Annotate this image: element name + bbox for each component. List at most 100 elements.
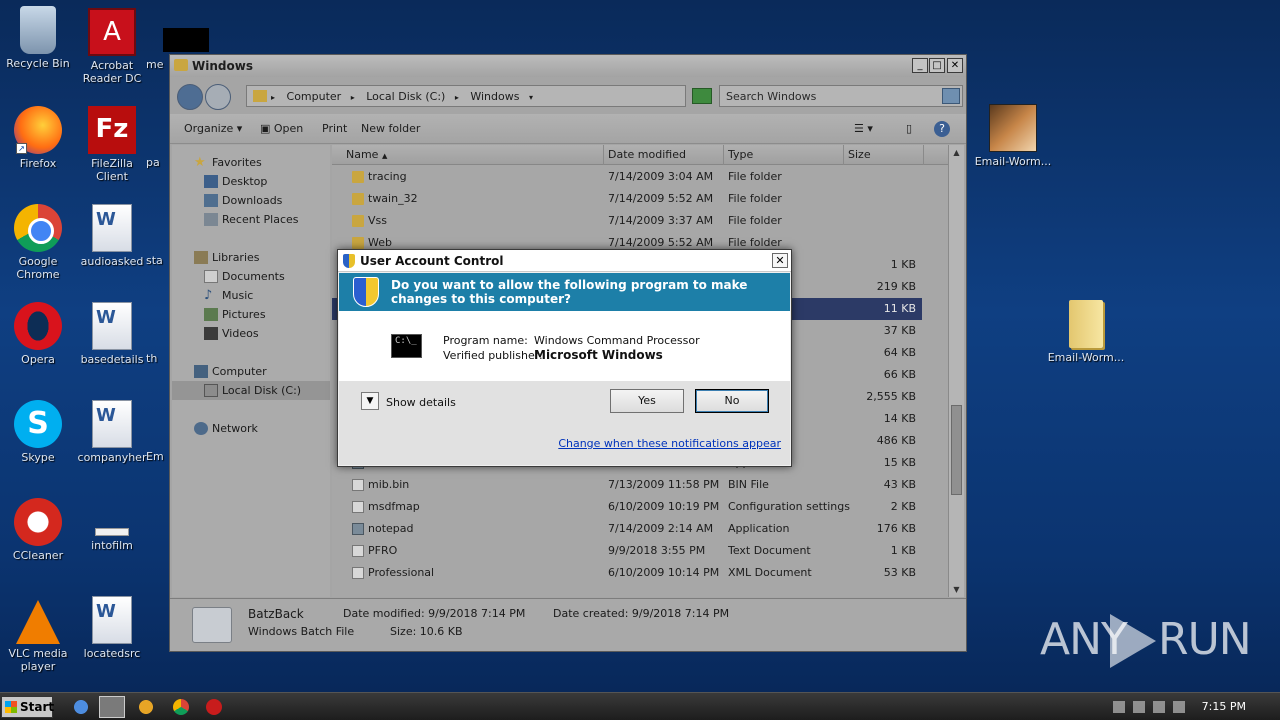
new-folder-button[interactable]: New folder bbox=[361, 122, 420, 135]
cell-size: 1 KB bbox=[890, 544, 916, 557]
cell-type: File folder bbox=[728, 214, 782, 227]
volume-icon[interactable] bbox=[1173, 701, 1185, 713]
column-name[interactable]: Name ▲ bbox=[332, 145, 604, 165]
nav-desktop[interactable]: Desktop bbox=[172, 172, 330, 191]
vertical-scrollbar[interactable]: ▲ ▼ bbox=[948, 145, 964, 597]
nav-local-disk[interactable]: Local Disk (C:) bbox=[172, 381, 330, 400]
breadcrumb-local-disk[interactable]: Local Disk (C:) bbox=[366, 90, 445, 103]
address-bar[interactable]: ▸ Computer ▸ Local Disk (C:) ▸ Windows ▾ bbox=[246, 85, 686, 107]
search-icon[interactable] bbox=[942, 88, 960, 104]
preview-pane-icon[interactable]: ▯ bbox=[906, 122, 912, 135]
nav-music[interactable]: ♪ Music bbox=[172, 286, 330, 305]
nav-computer[interactable]: Computer bbox=[172, 362, 330, 381]
explorer-titlebar[interactable]: Windows _ □ ✕ bbox=[170, 55, 966, 77]
refresh-icon[interactable] bbox=[692, 88, 712, 104]
desktop-icon-acrobat[interactable]: A Acrobat Reader DC bbox=[74, 8, 150, 85]
close-button[interactable]: ✕ bbox=[772, 253, 788, 268]
cell-date: 6/10/2009 10:19 PM bbox=[608, 500, 720, 513]
network-icon[interactable] bbox=[1153, 701, 1165, 713]
internet-explorer-icon[interactable] bbox=[68, 696, 94, 718]
desktop-icon-opera[interactable]: Opera bbox=[0, 302, 76, 366]
desktop-icon-ccleaner[interactable]: CCleaner bbox=[0, 498, 76, 562]
open-button[interactable]: ▣ Open bbox=[260, 122, 303, 135]
table-row[interactable]: Professional 6/10/2009 10:14 PM XML Docume… bbox=[332, 562, 922, 584]
cell-type: Text Document bbox=[728, 544, 811, 557]
desktop-icon-chrome[interactable]: Google Chrome bbox=[0, 204, 76, 281]
nav-videos[interactable]: Videos bbox=[172, 324, 330, 343]
chevron-down-icon[interactable]: ▼ bbox=[361, 392, 379, 410]
desktop-icon-label: CCleaner bbox=[12, 549, 64, 562]
clock[interactable]: 7:15 PM bbox=[1202, 700, 1246, 713]
word-doc-icon: W bbox=[92, 204, 132, 252]
no-button[interactable]: No bbox=[695, 389, 769, 413]
cell-date: 7/14/2009 5:52 AM bbox=[608, 192, 714, 205]
desktop-icon-recycle-bin[interactable]: Recycle Bin bbox=[0, 6, 76, 70]
cell-size: 176 KB bbox=[876, 522, 916, 535]
print-button[interactable]: Print bbox=[322, 122, 347, 135]
explorer-taskbar-icon[interactable] bbox=[99, 696, 125, 718]
shield-icon bbox=[343, 254, 355, 268]
media-player-icon[interactable] bbox=[133, 696, 159, 718]
view-options-icon[interactable]: ☰ ▾ bbox=[854, 122, 873, 135]
desktop-icon-label: Recycle Bin bbox=[6, 57, 70, 70]
desktop-icon-audioasked[interactable]: W audioasked bbox=[74, 204, 150, 268]
nav-network[interactable]: Network bbox=[172, 419, 330, 438]
column-size[interactable]: Size bbox=[844, 145, 924, 165]
desktop-icon-vlc[interactable]: VLC media player bbox=[0, 596, 76, 673]
back-button[interactable] bbox=[177, 84, 203, 110]
table-row[interactable]: tracing 7/14/2009 3:04 AM File folder bbox=[332, 166, 922, 188]
desktop-icon-label: companyher bbox=[77, 451, 147, 464]
nav-libraries[interactable]: Libraries bbox=[172, 248, 330, 267]
column-type[interactable]: Type bbox=[724, 145, 844, 165]
close-button[interactable]: ✕ bbox=[947, 58, 963, 73]
table-row[interactable]: msdfmap 6/10/2009 10:19 PM Configuration s… bbox=[332, 496, 922, 518]
desktop-icon-skype[interactable]: S Skype bbox=[0, 400, 76, 464]
nav-downloads[interactable]: Downloads bbox=[172, 191, 330, 210]
table-row[interactable]: mib.bin 7/13/2009 11:58 PM BIN File 43 KB bbox=[332, 474, 922, 496]
nav-recent-places[interactable]: Recent Places bbox=[172, 210, 330, 229]
organize-button[interactable]: Organize ▾ bbox=[184, 122, 242, 135]
redacted-box bbox=[163, 28, 209, 52]
uac-question: Do you want to allow the following progr… bbox=[391, 278, 748, 306]
maximize-button[interactable]: □ bbox=[929, 58, 945, 73]
scroll-down-icon[interactable]: ▼ bbox=[949, 582, 964, 597]
yes-button[interactable]: Yes bbox=[610, 389, 684, 413]
breadcrumb-windows[interactable]: Windows bbox=[470, 90, 519, 103]
nav-favorites[interactable]: ★ Favorites bbox=[172, 153, 330, 172]
show-hidden-icons-icon[interactable] bbox=[1113, 701, 1125, 713]
desktop-icon-intofilm[interactable]: intofilm bbox=[74, 498, 150, 552]
help-icon[interactable]: ? bbox=[934, 121, 950, 137]
table-row[interactable]: Vss 7/14/2009 3:37 AM File folder bbox=[332, 210, 922, 232]
warning-app-icon[interactable] bbox=[206, 699, 222, 715]
column-date-modified[interactable]: Date modified bbox=[604, 145, 724, 165]
uac-program-info: C:\_ Program name: Windows Command Proce… bbox=[339, 311, 790, 381]
desktop-icon-email-worm-folder[interactable]: Email-Worm... bbox=[1046, 300, 1126, 364]
show-details-toggle[interactable]: Show details bbox=[386, 396, 456, 409]
chrome-icon[interactable] bbox=[173, 699, 189, 715]
program-name-label: Program name: bbox=[443, 334, 528, 347]
notification-settings-link[interactable]: Change when these notifications appear bbox=[558, 437, 781, 450]
desktop-icon-filezilla[interactable]: Fz FileZilla Client bbox=[74, 106, 150, 183]
nav-pictures[interactable]: Pictures bbox=[172, 305, 330, 324]
forward-button[interactable] bbox=[205, 84, 231, 110]
start-button[interactable]: Start bbox=[1, 696, 54, 718]
breadcrumb-computer[interactable]: Computer bbox=[287, 90, 342, 103]
filezilla-icon: Fz bbox=[88, 106, 136, 154]
table-row[interactable]: twain_32 7/14/2009 5:52 AM File folder bbox=[332, 188, 922, 210]
nav-documents[interactable]: Documents bbox=[172, 267, 330, 286]
scroll-thumb[interactable] bbox=[951, 405, 962, 495]
action-center-icon[interactable] bbox=[1133, 701, 1145, 713]
desktop-icon-companyher[interactable]: W companyher bbox=[74, 400, 150, 464]
search-input[interactable]: Search Windows bbox=[719, 85, 963, 107]
table-row[interactable]: notepad 7/14/2009 2:14 AM Application 176 K… bbox=[332, 518, 922, 540]
windows-logo-icon bbox=[5, 701, 17, 713]
desktop-icon-locatedsrc[interactable]: W locatedsrc bbox=[74, 596, 150, 660]
minimize-button[interactable]: _ bbox=[912, 58, 928, 73]
table-row[interactable]: PFRO 9/9/2018 3:55 PM Text Document 1 KB bbox=[332, 540, 922, 562]
scroll-up-icon[interactable]: ▲ bbox=[949, 145, 964, 160]
desktop-icon-basedetails[interactable]: W basedetails bbox=[74, 302, 150, 366]
cell-name: mib.bin bbox=[368, 478, 410, 491]
desktop-icon-email-worm-image[interactable]: Email-Worm... bbox=[974, 104, 1052, 168]
desktop-icon-firefox[interactable]: ↗ Firefox bbox=[0, 106, 76, 170]
chevron-down-icon[interactable]: ▾ bbox=[529, 93, 533, 102]
